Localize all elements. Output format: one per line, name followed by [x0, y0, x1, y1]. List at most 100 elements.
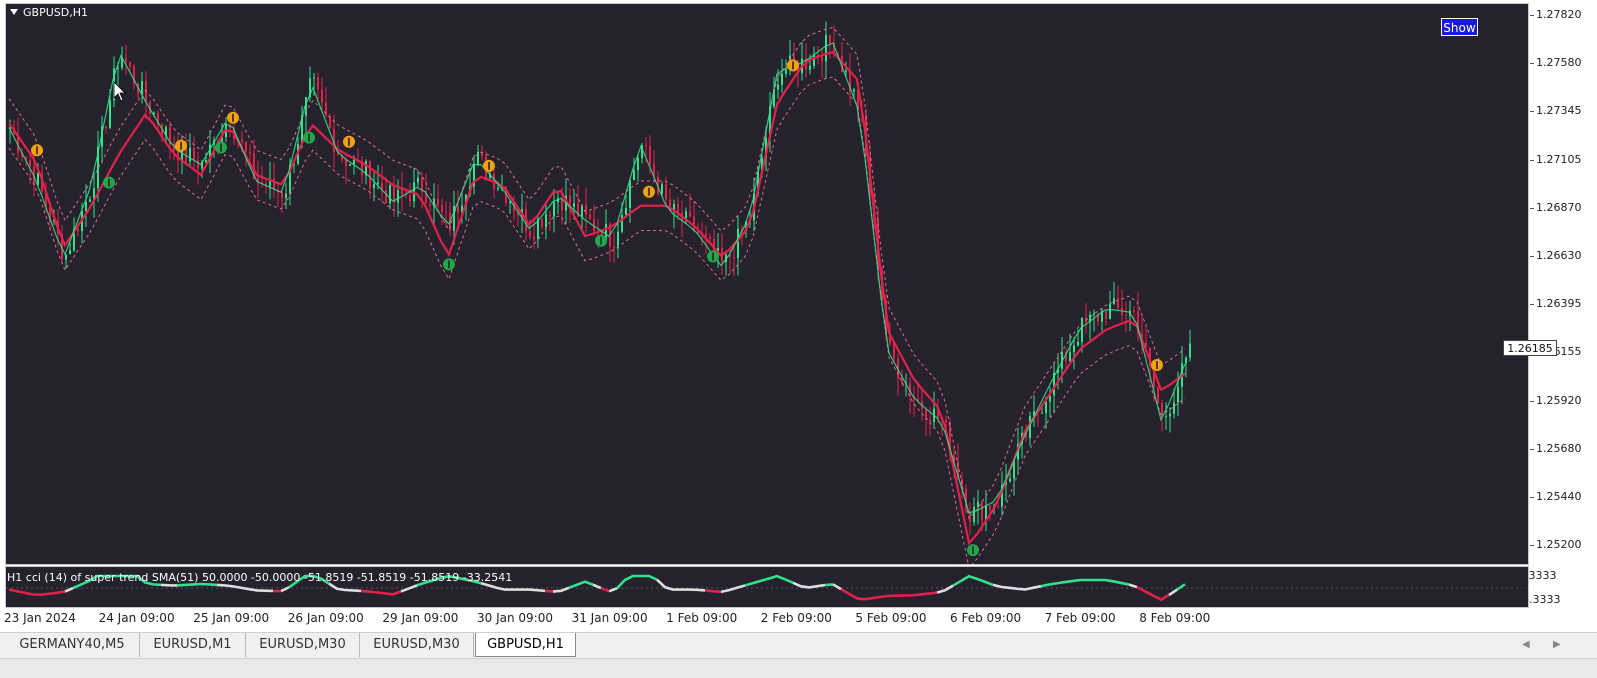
cci-line-segment — [593, 585, 601, 588]
candle-body — [549, 214, 551, 216]
candle-body — [1165, 416, 1167, 417]
candle-body — [105, 126, 107, 127]
candle-body — [69, 250, 71, 254]
price-tick-label: 1.26630 — [1536, 249, 1582, 262]
time-tick-label: 29 Jan 09:00 — [382, 611, 458, 625]
signal-mark — [180, 142, 182, 150]
candle-body — [445, 212, 447, 213]
tab-eurusd-m30-2[interactable]: EURUSD,M30 — [360, 633, 474, 657]
signal-mark — [448, 260, 450, 268]
candle-body — [397, 190, 399, 202]
candle-body — [649, 146, 651, 165]
symbol-title[interactable]: GBPUSD,H1 — [10, 6, 88, 19]
candle-body — [37, 173, 39, 185]
candle-body — [693, 216, 695, 231]
tab-gbpusd-h1[interactable]: GBPUSD,H1 — [475, 633, 576, 657]
candle-body — [781, 74, 783, 85]
candle-body — [125, 58, 127, 62]
price-chart-canvas[interactable] — [6, 4, 1529, 565]
cci-line-segment — [161, 585, 177, 586]
candle-body — [541, 219, 543, 227]
candle-body — [129, 62, 131, 66]
buy-signal-icon — [303, 132, 315, 144]
cci-line-segment — [1177, 584, 1185, 589]
cci-line-segment — [937, 586, 953, 593]
buy-signal-icon — [967, 544, 979, 556]
candle-body — [585, 206, 587, 215]
signal-mark — [36, 146, 38, 154]
time-tick-label: 5 Feb 09:00 — [855, 611, 926, 625]
tab-eurusd-m30[interactable]: EURUSD,M30 — [246, 633, 360, 657]
candle-body — [457, 206, 459, 212]
candle-body — [617, 232, 619, 249]
cci-line-segment — [609, 588, 617, 591]
cci-line-segment — [217, 585, 273, 591]
symbol-title-text: GBPUSD,H1 — [23, 6, 88, 19]
indicator-label: H1 cci (14) of super trend SMA(51) 50.00… — [7, 571, 512, 584]
cci-line-segment — [745, 576, 793, 585]
status-strip — [0, 658, 1597, 678]
candle-body — [785, 70, 787, 74]
tab-eurusd-m1[interactable]: EURUSD,M1 — [140, 633, 246, 657]
price-tick-label: 1.26395 — [1536, 297, 1582, 310]
candle-body — [545, 214, 547, 227]
candle-body — [989, 505, 991, 509]
time-tick-label: 26 Jan 09:00 — [288, 611, 364, 625]
cci-line-segment — [1169, 590, 1177, 595]
time-tick-label: 24 Jan 09:00 — [99, 611, 175, 625]
candle-body — [1189, 343, 1191, 357]
cci-line-segment — [401, 585, 417, 591]
dropdown-triangle-icon[interactable] — [10, 9, 18, 15]
cci-line-segment — [657, 580, 705, 591]
sell-signal-icon — [31, 144, 43, 156]
cci-line-segment — [329, 584, 361, 591]
signal-mark — [1156, 361, 1158, 369]
candle-body — [981, 502, 983, 520]
candle-body — [997, 506, 999, 507]
candle-body — [497, 188, 499, 189]
signal-mark — [648, 188, 650, 196]
current-price-label: 1.26185 — [1503, 340, 1557, 356]
candle-body — [189, 148, 191, 162]
price-tick-label: 1.27820 — [1536, 8, 1582, 21]
candle-body — [645, 145, 647, 146]
chart-window[interactable]: GBPUSD,H1 Show H1 cci (14) of super tren… — [0, 0, 1597, 636]
candle-body — [477, 152, 479, 164]
candle-body — [385, 190, 387, 203]
cci-line-segment — [793, 583, 825, 588]
candle-body — [409, 195, 411, 201]
show-button[interactable]: Show — [1441, 18, 1478, 36]
sell-signal-icon — [483, 160, 495, 172]
candle-body — [1125, 315, 1127, 316]
candle-body — [665, 184, 667, 199]
time-tick-label: 8 Feb 09:00 — [1139, 611, 1210, 625]
sell-signal-icon — [787, 59, 799, 71]
buy-signal-icon — [595, 235, 607, 247]
candle-body — [437, 199, 439, 205]
candle-body — [85, 202, 87, 211]
scroll-left-icon[interactable]: ◀ — [1522, 633, 1530, 657]
candle-body — [1109, 304, 1111, 319]
mouse-cursor-icon — [114, 82, 125, 101]
candle-body — [1041, 413, 1043, 414]
time-tick-label: 7 Feb 09:00 — [1045, 611, 1116, 625]
sell-signal-icon — [343, 136, 355, 148]
price-chart-pane[interactable] — [5, 3, 1529, 565]
candle-body — [1081, 318, 1083, 342]
candle-body — [573, 203, 575, 207]
signal-mark — [712, 253, 714, 261]
signal-mark — [108, 179, 110, 187]
cci-line-segment — [1137, 587, 1169, 600]
candle-body — [853, 90, 855, 92]
cci-line-segment — [481, 583, 545, 591]
scroll-right-icon[interactable]: ▶ — [1553, 633, 1561, 657]
tab-germany40-m5[interactable]: GERMANY40,M5 — [5, 633, 140, 657]
time-tick-label: 25 Jan 09:00 — [193, 611, 269, 625]
candle-body — [689, 211, 691, 216]
price-axis[interactable]: 1.278201.275801.273451.271051.268701.266… — [1530, 3, 1597, 608]
candle-body — [1105, 311, 1107, 319]
buy-signal-icon — [215, 142, 227, 154]
candle-body — [613, 246, 615, 248]
buy-signal-icon — [103, 177, 115, 189]
candle-body — [809, 66, 811, 70]
